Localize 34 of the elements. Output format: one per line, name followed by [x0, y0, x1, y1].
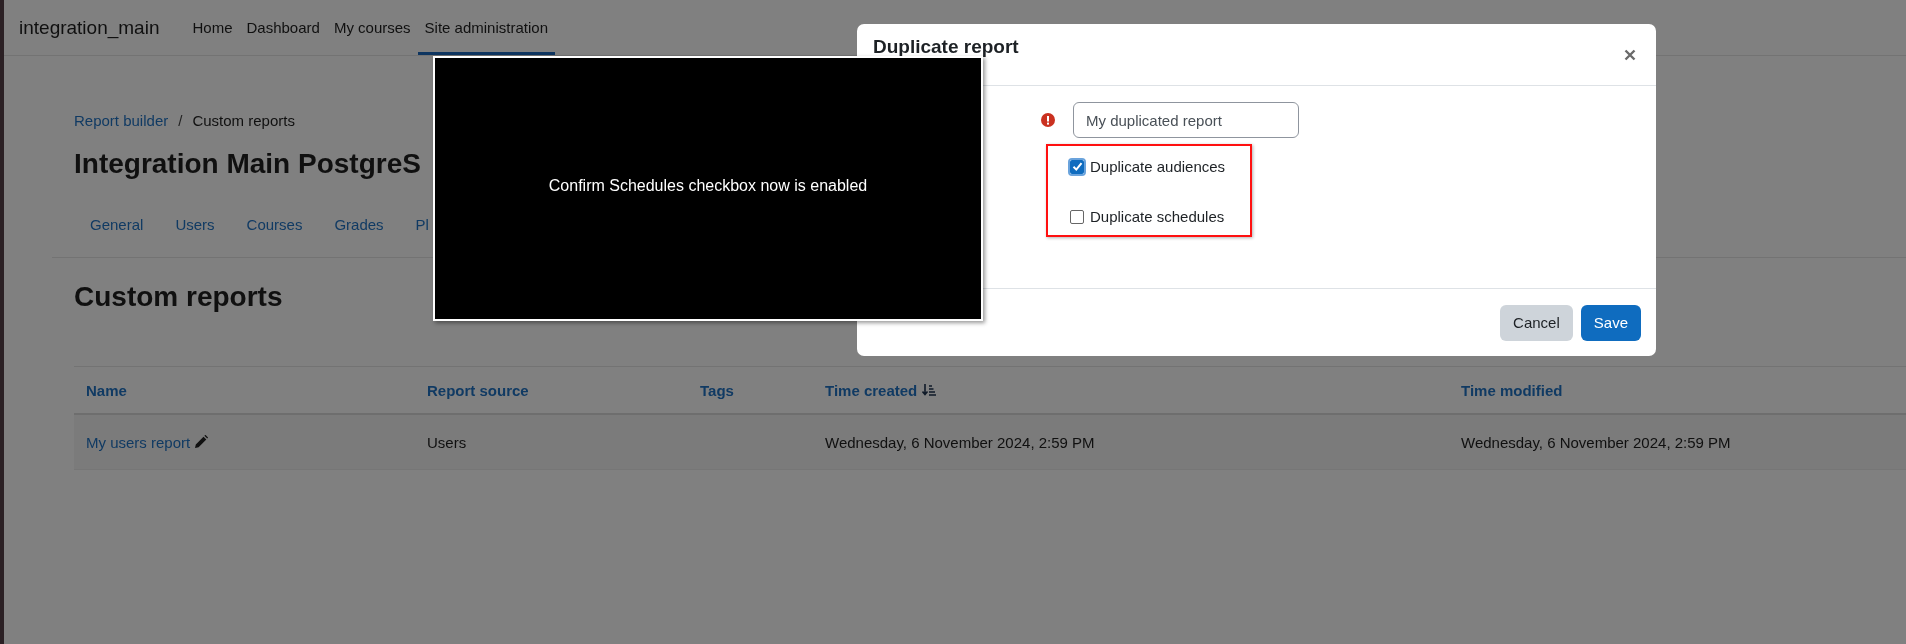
- column-header[interactable]: Name: [86, 381, 127, 399]
- nav-tab[interactable]: General: [74, 215, 160, 257]
- nav-link[interactable]: My courses: [326, 0, 418, 55]
- save-button[interactable]: Save: [1580, 304, 1641, 341]
- cancel-button[interactable]: Cancel: [1500, 304, 1573, 341]
- column-header[interactable]: Time created: [825, 381, 937, 399]
- nav-tab[interactable]: Grades: [318, 215, 400, 257]
- caption-text: Confirm Schedules checkbox now is enabled: [548, 176, 868, 195]
- table-cell: Wednesday, 6 November 2024, 2:59 PM: [1461, 433, 1731, 451]
- dialog-title: Duplicate report: [873, 35, 1019, 58]
- checkbox-label[interactable]: Duplicate audiences: [1090, 158, 1226, 175]
- page-title: Integration Main PostgreS: [74, 147, 421, 181]
- checkbox[interactable]: [1070, 209, 1084, 224]
- section-title: Custom reports: [74, 280, 284, 314]
- nav-tab[interactable]: Courses: [230, 215, 319, 257]
- sort-descending-icon: [922, 383, 937, 397]
- nav-link[interactable]: Home: [185, 0, 240, 55]
- close-icon: [1624, 48, 1636, 61]
- column-header[interactable]: Tags: [700, 381, 734, 399]
- breadcrumb-link[interactable]: Report builder: [74, 112, 169, 129]
- checkbox[interactable]: [1070, 159, 1084, 174]
- report-link[interactable]: My users report: [86, 433, 191, 451]
- site-name[interactable]: integration_main: [4, 0, 160, 55]
- nav-link[interactable]: Dashboard: [239, 0, 327, 55]
- checkbox-label[interactable]: Duplicate schedules: [1090, 208, 1225, 225]
- column-header[interactable]: Report source: [427, 381, 529, 399]
- table-cell: Users: [427, 433, 467, 451]
- breadcrumb-current: Custom reports: [192, 112, 295, 129]
- nav-tab[interactable]: Users: [159, 215, 231, 257]
- pencil-icon[interactable]: [194, 434, 209, 449]
- column-header[interactable]: Time modified: [1461, 381, 1563, 399]
- breadcrumb-separator: /: [178, 112, 183, 129]
- table-cell: Wednesday, 6 November 2024, 2:59 PM: [825, 433, 1095, 451]
- name-input-field[interactable]: My duplicated report: [1073, 102, 1299, 138]
